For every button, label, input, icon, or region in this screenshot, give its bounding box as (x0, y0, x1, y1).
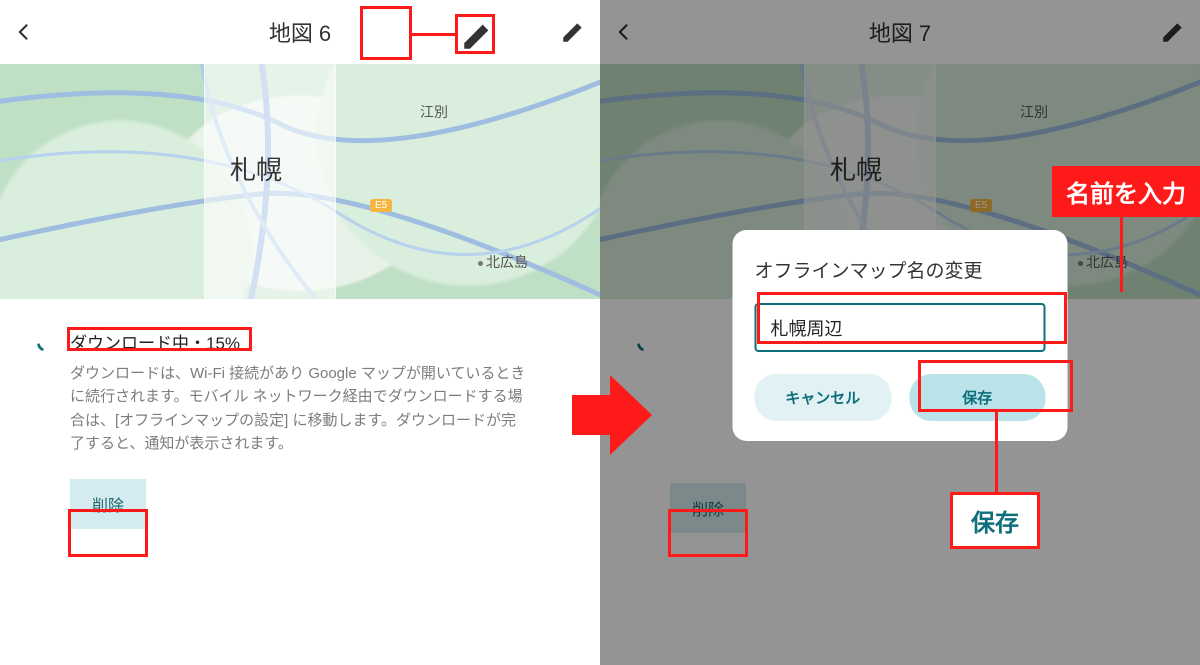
download-progress-text: ダウンロード中・15% (70, 329, 240, 354)
spinner-icon (35, 332, 57, 354)
download-description: ダウンロードは、Wi-Fi 接続があり Google マップが開いているときに続… (70, 362, 530, 455)
cancel-button[interactable]: キャンセル (755, 374, 892, 421)
map-preview: 札幌 江別 北広島 E5 (0, 64, 600, 299)
download-status: ダウンロード中・15% ダウンロードは、Wi-Fi 接続があり Google マ… (0, 299, 600, 529)
map-city-label: 札幌 (230, 150, 282, 187)
edit-button[interactable] (560, 19, 586, 45)
map-name-input[interactable] (755, 303, 1046, 352)
header-left: 地図 6 (0, 0, 600, 64)
map-label-kitahiroshima: 北広島 (478, 252, 528, 272)
delete-button[interactable]: 削除 (70, 479, 146, 529)
save-button[interactable]: 保存 (909, 374, 1046, 421)
road-badge: E5 (370, 199, 392, 212)
dialog-title: オフラインマップ名の変更 (755, 256, 1046, 283)
back-button[interactable] (14, 22, 34, 42)
rename-dialog: オフラインマップ名の変更 キャンセル 保存 (733, 230, 1068, 441)
map-label-ebetsu: 江別 (420, 102, 448, 122)
page-title: 地図 6 (0, 16, 600, 48)
screen-left: 地図 6 札幌 江別 北広島 E5 ダウンロード中・15% (0, 0, 600, 665)
screen-right: 地図 7 札幌 江別 北広島 E5 削除 (600, 0, 1200, 665)
